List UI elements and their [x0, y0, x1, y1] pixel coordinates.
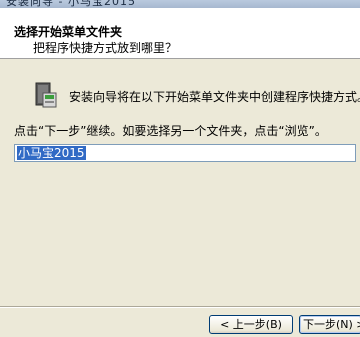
window-titlebar: 安装向导 - 小马宝2015 — [0, 0, 360, 8]
page-title: 选择开始菜单文件夹 — [14, 25, 123, 39]
instruction-text: 点击“下一步”继续。如要选择另一个文件夹，点击“浏览”。 — [14, 124, 327, 138]
page-subtitle: 把程序快捷方式放到哪里？ — [33, 41, 178, 55]
description-text: 安装向导将在以下开始菜单文件夹中创建程序快捷方式。 — [69, 90, 360, 104]
folder-input-value: 小马宝2015 — [17, 146, 86, 160]
next-button[interactable]: 下一步(N) > — [299, 315, 360, 334]
window-title: 安装向导 - 小马宝2015 — [6, 0, 136, 8]
start-menu-folder-icon — [35, 81, 57, 109]
start-menu-folder-input[interactable]: 小马宝2015 — [14, 144, 356, 162]
back-button[interactable]: < 上一步(B) — [209, 315, 293, 334]
footer-divider — [0, 306, 360, 308]
wizard-header: 选择开始菜单文件夹 把程序快捷方式放到哪里？ — [0, 8, 360, 59]
